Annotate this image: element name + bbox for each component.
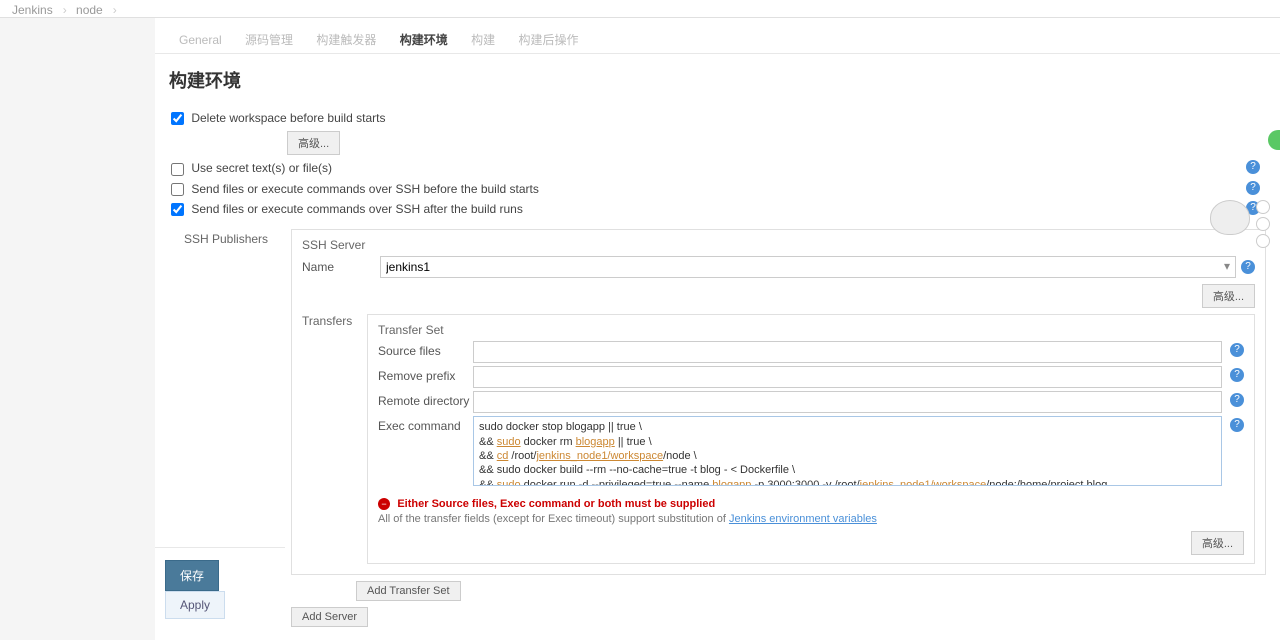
help-icon-use-secret[interactable]: ? [1246,160,1260,174]
help-icon-ssh-name[interactable]: ? [1241,260,1255,274]
tab-triggers[interactable]: 构建触发器 [306,26,386,53]
advanced-button-transfer-set[interactable]: 高级... [1191,531,1244,555]
add-transfer-set-button[interactable]: Add Transfer Set [356,581,461,601]
note-row: All of the transfer fields (except for E… [378,513,1244,525]
remove-prefix-label: Remove prefix [378,366,473,383]
section-title: 构建环境 [169,67,1266,93]
transfer-set-box: Transfer Set Source files ? Remove prefi… [367,314,1255,564]
main-content: General 源码管理 构建触发器 构建环境 构建 构建后操作 构建环境 De… [155,18,1280,640]
apply-button[interactable]: Apply [165,591,225,619]
tab-build-env[interactable]: 构建环境 [390,26,458,53]
source-files-label: Source files [378,341,473,358]
transfer-set-legend: Transfer Set [378,323,1244,337]
transfers-label: Transfers [302,314,362,328]
ssh-name-select[interactable]: jenkins1 [380,256,1236,278]
tab-post-build[interactable]: 构建后操作 [508,26,588,53]
save-button[interactable]: 保存 [165,560,219,591]
tab-general[interactable]: General [169,28,232,52]
breadcrumb-jenkins[interactable]: Jenkins [12,3,53,17]
help-icon-ssh-before[interactable]: ? [1246,181,1260,195]
add-server-button[interactable]: Add Server [291,607,368,627]
label-ssh-after: Send files or execute commands over SSH … [191,202,523,216]
ssh-publishers-label: SSH Publishers [184,232,268,246]
label-delete-workspace: Delete workspace before build starts [191,111,385,125]
remote-directory-label: Remote directory [378,391,473,408]
exec-command-label: Exec command [378,416,473,433]
breadcrumb: Jenkins› node› [0,0,1280,18]
label-use-secret: Use secret text(s) or file(s) [191,161,332,175]
ssh-server-legend: SSH Server [302,238,1255,252]
cartoon-widget[interactable] [1210,200,1270,250]
help-icon-remove-prefix[interactable]: ? [1230,368,1244,382]
checkbox-ssh-before[interactable] [171,183,184,196]
error-icon: − [378,498,390,510]
tab-build[interactable]: 构建 [461,26,505,53]
breadcrumb-project[interactable]: node [76,3,103,17]
help-icon-source-files[interactable]: ? [1230,343,1244,357]
checkbox-use-secret[interactable] [171,163,184,176]
error-text: Either Source files, Exec command or bot… [397,498,715,510]
help-icon-remote-directory[interactable]: ? [1230,393,1244,407]
checkbox-delete-workspace[interactable] [171,112,184,125]
ssh-server-box: SSH Server Name jenkins1 ? 高级... [291,229,1266,575]
remote-directory-input[interactable] [473,391,1222,413]
bottom-bar: 保存 Apply [155,547,285,631]
advanced-button-ssh-server[interactable]: 高级... [1202,284,1255,308]
source-files-input[interactable] [473,341,1222,363]
advanced-button-delete-ws[interactable]: 高级... [287,131,340,155]
exec-command-textarea[interactable]: sudo docker stop blogapp || true \&& sud… [473,416,1222,486]
config-tabs: General 源码管理 构建触发器 构建环境 构建 构建后操作 [155,18,1280,54]
error-row: − Either Source files, Exec command or b… [378,496,1244,510]
jenkins-env-vars-link[interactable]: Jenkins environment variables [729,513,877,525]
remove-prefix-input[interactable] [473,366,1222,388]
tab-scm[interactable]: 源码管理 [235,26,303,53]
ssh-name-label: Name [302,260,372,274]
label-ssh-before: Send files or execute commands over SSH … [191,182,539,196]
help-icon-exec-command[interactable]: ? [1230,418,1244,432]
checkbox-ssh-after[interactable] [171,203,184,216]
